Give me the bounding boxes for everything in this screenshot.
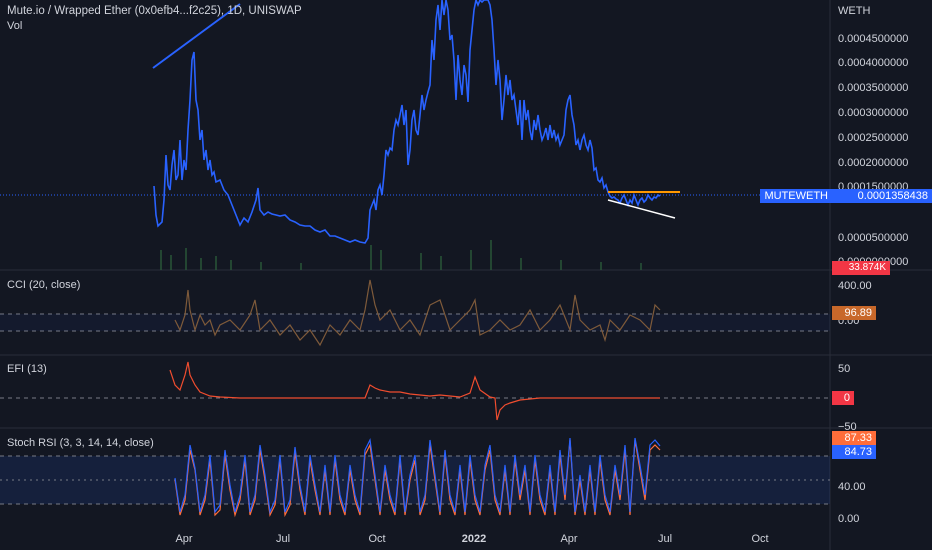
symbol-name-badge: MUTEWETH [760,189,832,203]
efi-value-badge: 0 [832,391,854,405]
volume-bars [160,240,642,270]
price-axis-label: 0.0003000000 [838,107,909,119]
currency-label: WETH [838,5,871,17]
volume-badge: 33.874K [832,261,890,275]
time-axis-label: Apr [560,533,578,545]
volume-label: Vol [7,20,23,32]
cci-label[interactable]: CCI (20, close) [7,279,80,291]
time-axis-label: Oct [751,533,769,545]
price-axis-label: 0.0002500000 [838,132,909,144]
price-axis-label: 0.0003500000 [838,82,909,94]
cci-line[interactable] [174,279,661,347]
efi-line[interactable] [169,361,660,421]
last-price-badge: 0.0001358438 [832,189,932,203]
stoch-k-badge: 87.33 [832,431,876,445]
cci-value-badge: 96.89 [832,306,876,320]
price-axis-label: 0.0002000000 [838,157,909,169]
stoch-axis-label: 40.00 [838,481,866,493]
trendline-white[interactable] [607,199,676,219]
symbol-title[interactable]: Mute.io / Wrapped Ether (0x0efb4...f2c25… [7,5,302,17]
chart-canvas[interactable] [0,0,932,550]
price-line[interactable] [153,0,661,244]
price-axis-label: 0.0000500000 [838,232,909,244]
time-axis-label: Oct [368,533,386,545]
stoch-d-badge: 84.73 [832,445,876,459]
stoch-label[interactable]: Stoch RSI (3, 3, 14, 14, close) [7,437,154,449]
time-axis-label: 2022 [461,533,487,545]
price-axis-label: 0.0004000000 [838,57,909,69]
price-axis-label: 0.0004500000 [838,33,909,45]
stoch-axis-label: 0.00 [838,513,860,525]
time-axis-label: Jul [657,533,673,545]
efi-label[interactable]: EFI (13) [7,363,47,375]
cci-axis-label: 400.00 [838,280,872,292]
time-axis-label: Apr [175,533,193,545]
time-axis-label: Jul [275,533,291,545]
efi-axis-label: 50 [838,363,851,375]
